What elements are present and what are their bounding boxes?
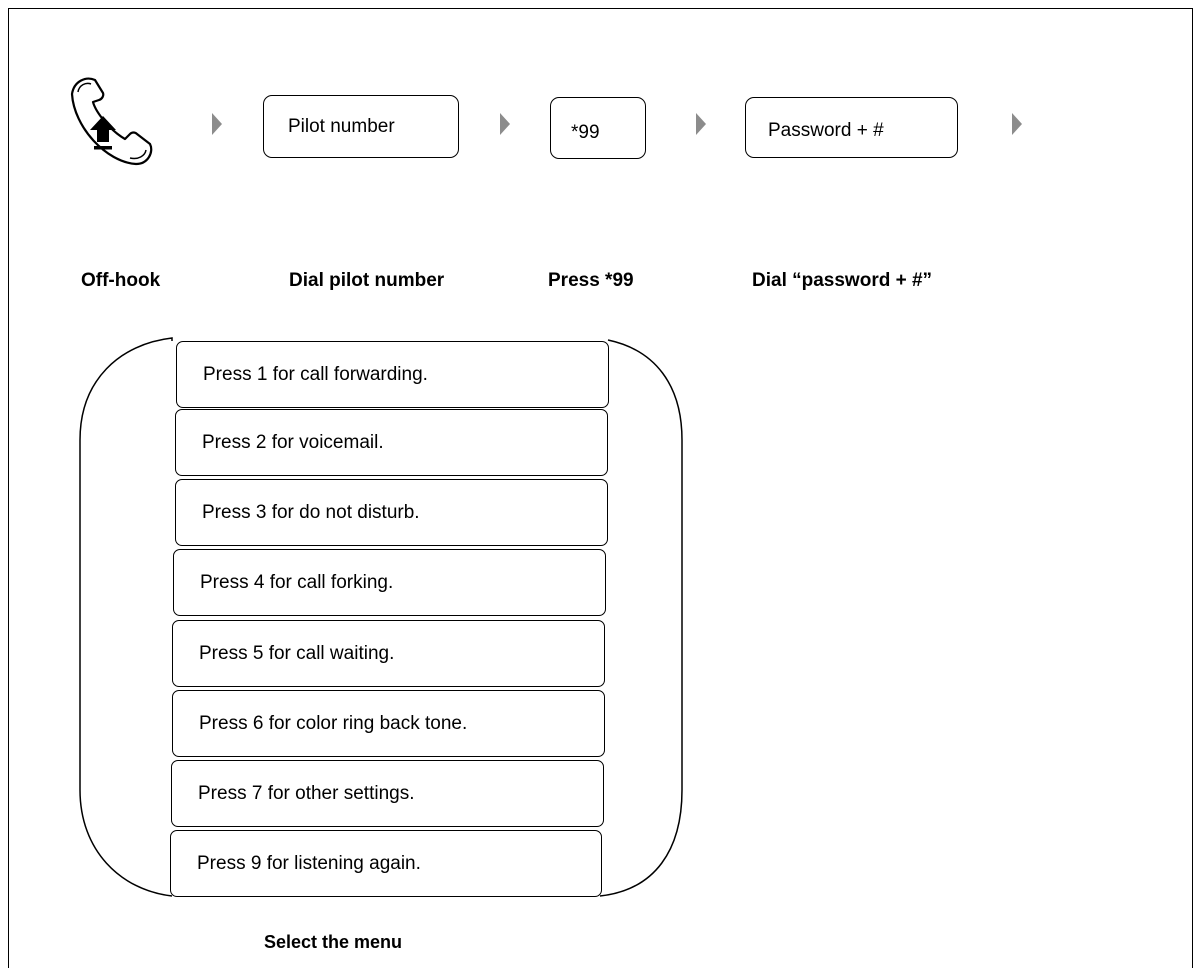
menu-item-text: Press 1 for call forwarding. <box>203 363 428 385</box>
menu-item-5: Press 5 for call waiting. <box>172 620 605 687</box>
pilot-number-box: Pilot number <box>263 95 459 158</box>
menu-item-1: Press 1 for call forwarding. <box>176 341 609 408</box>
press-code-label: Press *99 <box>548 270 634 291</box>
menu-item-text: Press 7 for other settings. <box>198 782 415 804</box>
menu-item-text: Press 3 for do not disturb. <box>202 501 420 523</box>
pilot-number-text: Pilot number <box>288 115 395 137</box>
menu-item-6: Press 6 for color ring back tone. <box>172 690 605 757</box>
code-text: *99 <box>571 122 600 143</box>
code-box: *99 <box>550 97 646 159</box>
menu-item-4: Press 4 for call forking. <box>173 549 606 616</box>
select-menu-label: Select the menu <box>264 932 403 952</box>
flow-arrow-2 <box>500 113 510 135</box>
menu-item-text: Press 2 for voicemail. <box>202 431 384 453</box>
phone-offhook-icon <box>70 77 153 166</box>
flow-arrow-3 <box>696 113 706 135</box>
menu-item-8: Press 9 for listening again. <box>170 830 602 897</box>
menu-item-3: Press 3 for do not disturb. <box>175 479 608 546</box>
menu-item-text: Press 6 for color ring back tone. <box>199 712 468 734</box>
flow-arrow-4 <box>1012 113 1022 135</box>
menu-item-text: Press 4 for call forking. <box>200 571 394 593</box>
dial-password-label: Dial “password + #” <box>752 270 933 291</box>
password-box: Password + # <box>745 97 958 158</box>
menu-item-text: Press 9 for listening again. <box>197 852 421 874</box>
menu-item-2: Press 2 for voicemail. <box>175 409 608 476</box>
dial-pilot-label: Dial pilot number <box>289 270 445 291</box>
menu-item-text: Press 5 for call waiting. <box>199 642 395 664</box>
password-text: Password + # <box>768 119 884 141</box>
flow-arrow-1 <box>212 113 222 135</box>
offhook-label: Off-hook <box>81 270 161 291</box>
menu-item-7: Press 7 for other settings. <box>171 760 604 827</box>
